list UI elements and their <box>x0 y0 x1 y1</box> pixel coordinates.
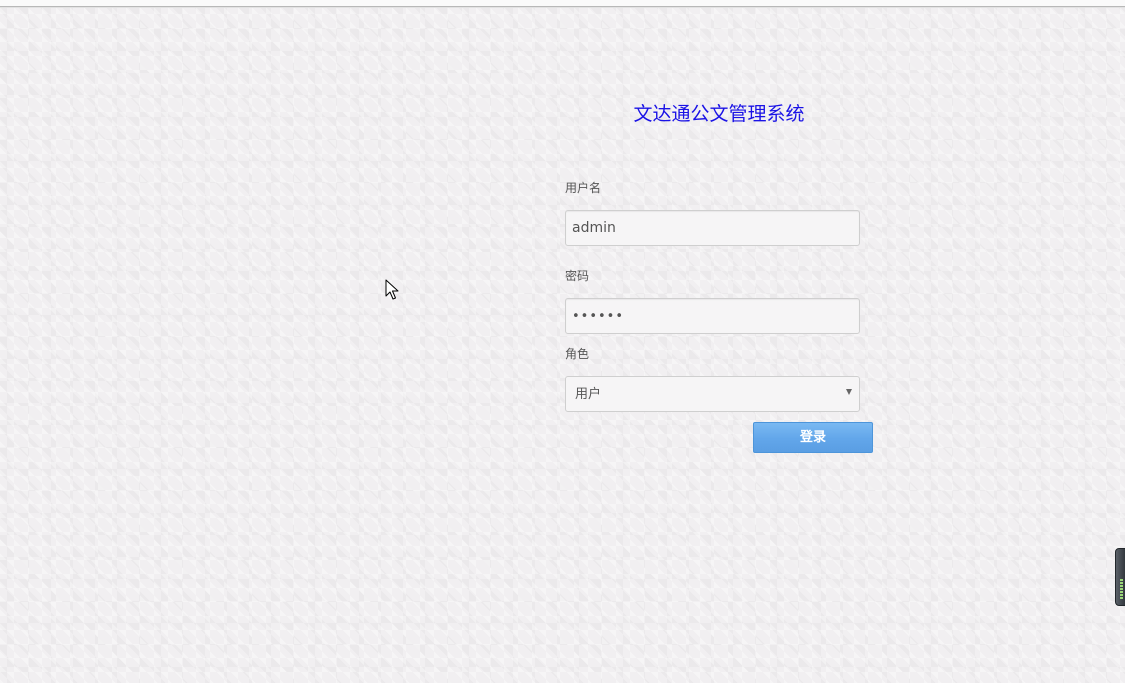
top-border <box>0 0 1125 7</box>
mouse-pointer-icon <box>385 279 399 300</box>
password-label: 密码 <box>565 269 590 283</box>
side-panel-handle[interactable] <box>1115 548 1125 606</box>
username-input[interactable] <box>565 210 860 246</box>
chevron-down-icon <box>846 389 852 395</box>
username-label: 用户名 <box>565 181 602 195</box>
login-button[interactable]: 登录 <box>753 422 873 453</box>
role-select-value: 用户 <box>575 387 602 402</box>
role-select[interactable]: 用户 <box>565 376 860 412</box>
handle-grip-icon <box>1120 579 1123 599</box>
page-title: 文达通公文管理系统 <box>633 103 805 125</box>
password-input[interactable] <box>565 298 860 334</box>
role-label: 角色 <box>565 347 590 361</box>
